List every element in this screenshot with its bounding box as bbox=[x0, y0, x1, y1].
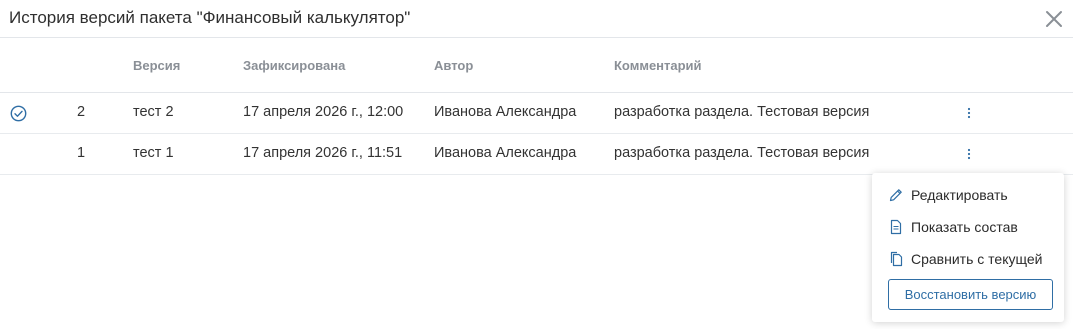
current-version-check-icon bbox=[10, 105, 27, 122]
pencil-icon bbox=[888, 187, 904, 203]
table-row[interactable]: 1 тест 1 17 апреля 2026 г., 11:51 Иванов… bbox=[0, 134, 1073, 175]
version-number: 2 bbox=[77, 104, 86, 120]
table-row[interactable]: 2 тест 2 17 апреля 2026 г., 12:00 Иванов… bbox=[0, 93, 1073, 134]
version-name: тест 1 bbox=[133, 145, 174, 161]
dialog-header: История версий пакета "Финансовый кальку… bbox=[0, 0, 1073, 38]
menu-item-edit[interactable]: Редактировать bbox=[872, 181, 1064, 209]
menu-item-compare-current[interactable]: Сравнить с текущей bbox=[872, 245, 1064, 273]
committed-date: 17 апреля 2026 г., 11:51 bbox=[243, 145, 403, 161]
restore-version-button[interactable]: Восстановить версию bbox=[888, 279, 1053, 310]
row-menu-kebab-icon[interactable] bbox=[963, 102, 975, 124]
version-history-dialog: История версий пакета "Финансовый кальку… bbox=[0, 0, 1073, 329]
column-header-comment[interactable]: Комментарий bbox=[614, 58, 702, 73]
column-header-version[interactable]: Версия bbox=[133, 58, 180, 73]
author-name: Иванова Александра bbox=[434, 104, 577, 120]
table-header: Версия Зафиксирована Автор Комментарий bbox=[0, 38, 1073, 93]
row-menu-kebab-icon[interactable] bbox=[963, 143, 975, 165]
version-comment: разработка раздела. Тестовая версия bbox=[614, 104, 870, 120]
column-header-author[interactable]: Автор bbox=[434, 58, 473, 73]
version-number: 1 bbox=[77, 145, 86, 161]
menu-item-label: Показать состав bbox=[911, 219, 1018, 235]
menu-item-show-contents[interactable]: Показать состав bbox=[872, 213, 1064, 241]
menu-item-label: Редактировать bbox=[911, 187, 1008, 203]
row-context-menu: Редактировать Показать состав Сравнить с… bbox=[872, 173, 1064, 322]
committed-date: 17 апреля 2026 г., 12:00 bbox=[243, 104, 404, 120]
dialog-title: История версий пакета "Финансовый кальку… bbox=[9, 8, 411, 27]
author-name: Иванова Александра bbox=[434, 145, 577, 161]
column-header-committed[interactable]: Зафиксирована bbox=[243, 58, 345, 73]
copy-icon bbox=[888, 251, 904, 267]
version-name: тест 2 bbox=[133, 104, 174, 120]
menu-item-label: Сравнить с текущей bbox=[911, 251, 1043, 267]
document-icon bbox=[888, 219, 904, 235]
version-comment: разработка раздела. Тестовая версия bbox=[614, 145, 870, 161]
close-icon[interactable] bbox=[1043, 8, 1065, 30]
